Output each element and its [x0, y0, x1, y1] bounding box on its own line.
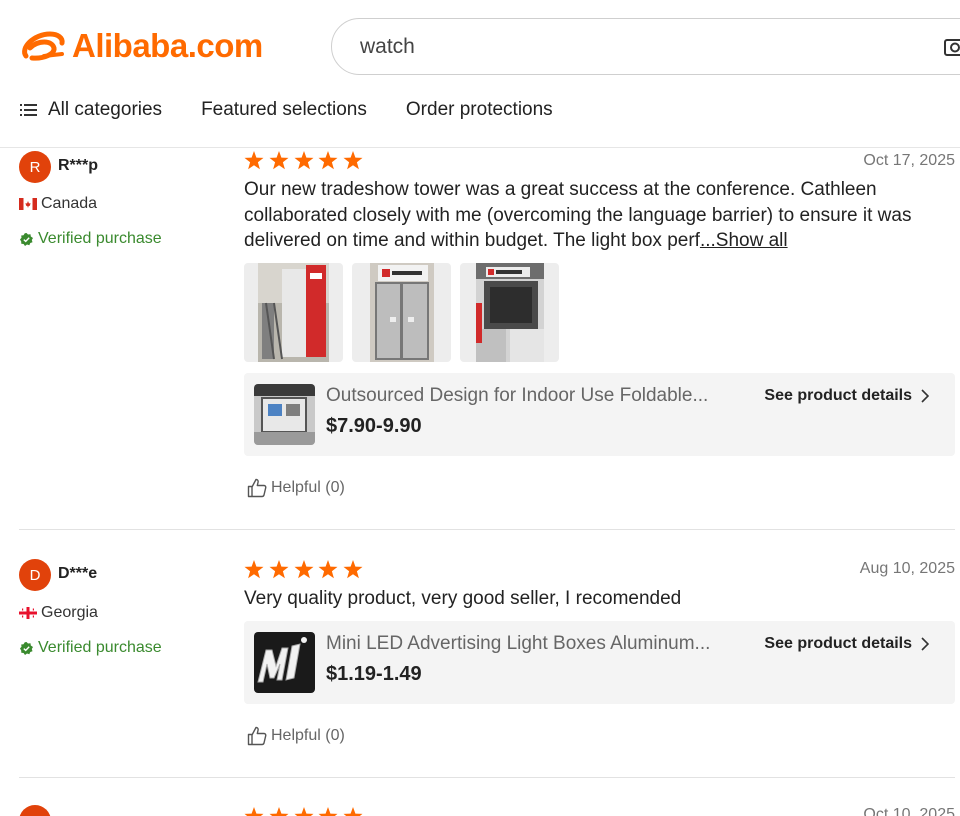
star-icon	[269, 807, 289, 816]
review-photo-image	[370, 263, 434, 362]
see-product-details-link[interactable]: See product details	[764, 387, 929, 405]
logo-text: Alibaba.com	[72, 27, 263, 64]
country-name: Georgia	[41, 604, 98, 621]
review-text: Our new tradeshow tower was a great succ…	[244, 177, 944, 254]
helpful-button[interactable]: Helpful (0)	[247, 478, 345, 498]
see-details-label: See product details	[764, 635, 912, 652]
verified-badge-icon	[20, 232, 33, 246]
helpful-label: Helpful (0)	[271, 727, 345, 744]
nav-label: All categories	[48, 99, 163, 120]
chevron-right-icon	[921, 389, 929, 403]
search-input[interactable]	[360, 33, 920, 61]
camera-icon[interactable]	[943, 35, 960, 59]
avatar: R	[19, 151, 51, 183]
nav-all-categories[interactable]: All categories	[20, 99, 162, 121]
canada-flag-icon	[19, 198, 37, 210]
star-rating	[244, 151, 368, 170]
nav-featured-selections[interactable]: Featured selections	[201, 99, 367, 121]
star-icon	[343, 151, 363, 170]
star-rating	[244, 560, 368, 579]
helpful-label: Helpful (0)	[271, 479, 345, 496]
see-details-label: See product details	[764, 387, 912, 404]
star-icon	[318, 807, 338, 816]
product-card[interactable]: Mini LED Advertising Light Boxes Aluminu…	[244, 621, 955, 704]
review-date: Oct 10, 2025	[863, 806, 955, 816]
nav-label: Featured selections	[201, 99, 367, 120]
show-all-link[interactable]: ...Show all	[700, 230, 788, 251]
product-price: $7.90-9.90	[326, 415, 422, 437]
product-name[interactable]: Mini LED Advertising Light Boxes Aluminu…	[326, 633, 710, 655]
avatar: D	[19, 559, 51, 591]
review-item: Oct 10, 2025	[0, 803, 960, 816]
review-photo[interactable]	[244, 263, 343, 362]
thumbs-up-icon	[247, 478, 267, 498]
star-icon	[269, 151, 289, 170]
reviewer-name: D***e	[58, 565, 98, 582]
star-icon	[244, 560, 264, 579]
nav-label: Order protections	[405, 99, 553, 120]
georgia-flag-icon	[19, 607, 37, 619]
star-icon	[294, 151, 314, 170]
review-text: Very quality product, very good seller, …	[244, 588, 682, 609]
review-photo-image	[476, 263, 544, 362]
review-item: D D***e Georgia Verified purchase Aug 10…	[0, 557, 960, 777]
search-bar[interactable]	[331, 18, 960, 75]
avatar	[19, 805, 51, 816]
see-product-details-link[interactable]: See product details	[764, 635, 929, 653]
alibaba-logo-icon	[22, 31, 65, 61]
star-icon	[269, 560, 289, 579]
review-photo-image	[258, 263, 329, 362]
product-thumbnail-image	[254, 384, 315, 445]
product-price: $1.19-1.49	[326, 663, 422, 685]
review-body: Our new tradeshow tower was a great succ…	[244, 179, 912, 251]
review-photos	[244, 263, 568, 362]
star-icon	[294, 807, 314, 816]
reviewer-name: R***p	[58, 157, 99, 174]
thumbs-up-icon	[247, 726, 267, 746]
verified-badge-icon	[20, 641, 33, 655]
verified-purchase: Verified purchase	[20, 639, 162, 657]
product-thumbnail	[254, 632, 315, 693]
review-divider	[19, 777, 955, 778]
star-icon	[318, 560, 338, 579]
review-photo[interactable]	[460, 263, 559, 362]
review-date: Oct 17, 2025	[863, 152, 955, 169]
alibaba-logo[interactable]: Alibaba.com	[18, 26, 263, 66]
star-icon	[318, 151, 338, 170]
star-icon	[244, 151, 264, 170]
chevron-right-icon	[921, 637, 929, 651]
star-icon	[343, 807, 363, 816]
product-thumbnail-image	[254, 632, 315, 693]
verified-label: Verified purchase	[38, 639, 162, 656]
menu-icon	[20, 104, 37, 116]
country-name: Canada	[41, 195, 98, 212]
product-card[interactable]: Outsourced Design for Indoor Use Foldabl…	[244, 373, 955, 456]
main-nav: All categories Featured selections Order…	[20, 99, 592, 121]
star-icon	[244, 807, 264, 816]
product-name[interactable]: Outsourced Design for Indoor Use Foldabl…	[326, 385, 708, 407]
reviewer-country: Georgia	[19, 604, 98, 622]
review-photo[interactable]	[352, 263, 451, 362]
verified-purchase: Verified purchase	[20, 230, 162, 248]
helpful-button[interactable]: Helpful (0)	[247, 726, 345, 746]
verified-label: Verified purchase	[38, 230, 162, 247]
review-item: R R***p Canada Verified purchase Oct 17,…	[0, 148, 960, 530]
star-rating	[244, 807, 368, 816]
review-divider	[19, 529, 955, 530]
product-thumbnail	[254, 384, 315, 445]
star-icon	[294, 560, 314, 579]
site-header: Alibaba.com All categories Featured sele…	[0, 0, 960, 148]
reviewer-country: Canada	[19, 195, 97, 213]
star-icon	[343, 560, 363, 579]
nav-order-protections[interactable]: Order protections	[406, 99, 553, 121]
review-date: Aug 10, 2025	[859, 560, 955, 577]
